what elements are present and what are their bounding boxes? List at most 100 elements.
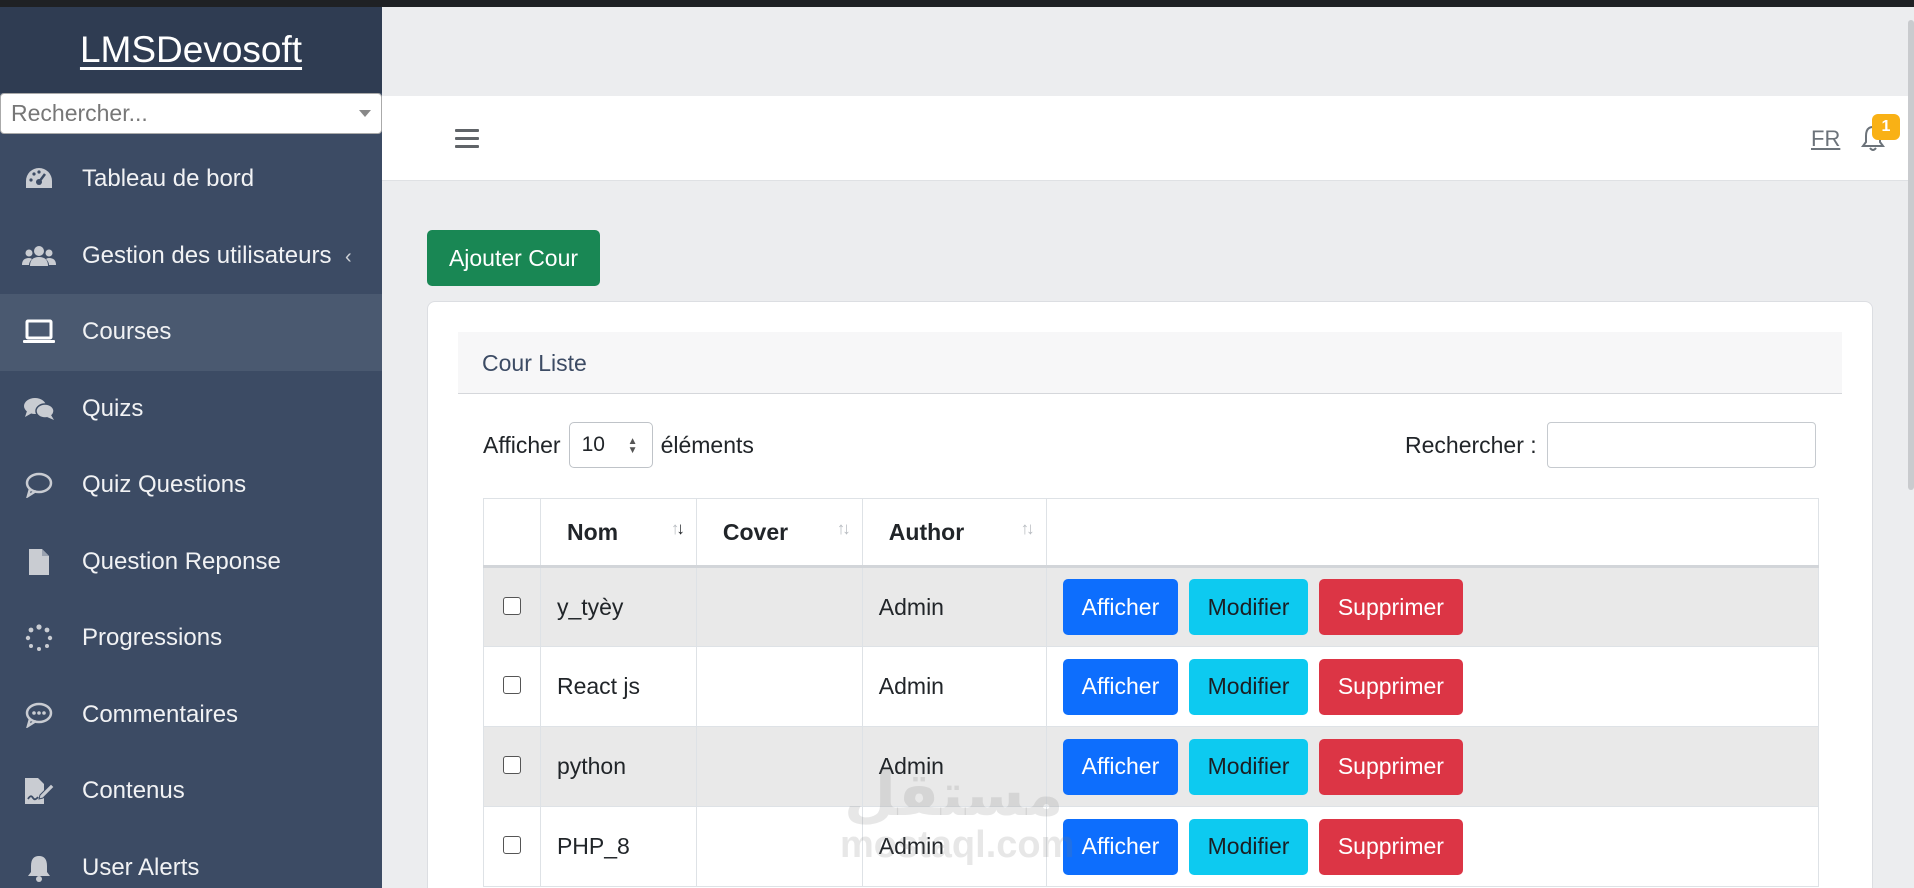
window-top-edge (0, 0, 1914, 7)
cell-author: Admin (861, 726, 1047, 807)
table-row: PHP_8 Admin Afficher Modifier Supprimer (483, 806, 1820, 887)
sort-desc-icon: ↑↓ (670, 519, 685, 538)
chevron-left-icon: ‹ (345, 245, 352, 268)
row-checkbox[interactable] (502, 676, 521, 694)
cell-author: Admin (861, 646, 1047, 727)
sidebar-item-label: Question Reponse (82, 547, 281, 575)
sidebar: LMSDevosoft Tableau de bord Gestion des … (0, 7, 382, 888)
sidebar-item-quizs[interactable]: Quizs (0, 371, 382, 448)
cell-author: Admin (861, 806, 1047, 887)
table-search: Rechercher : (1405, 422, 1816, 468)
dashboard-icon (22, 162, 56, 196)
sidebar-item-label: Tableau de bord (82, 165, 255, 193)
top-header: FR 1 (382, 96, 1912, 181)
table-row: python Admin Afficher Modifier Supprimer (483, 726, 1820, 807)
chevron-down-icon[interactable] (359, 110, 371, 117)
show-button[interactable]: Afficher (1062, 738, 1179, 795)
sidebar-item-user-alerts[interactable]: User Alerts (0, 830, 382, 888)
show-button[interactable]: Afficher (1062, 579, 1179, 635)
users-icon (22, 239, 56, 273)
sidebar-item-label: Contenus (82, 777, 185, 805)
sidebar-item-question-reponse[interactable]: Question Reponse (0, 524, 382, 601)
row-checkbox[interactable] (502, 756, 521, 774)
row-checkbox[interactable] (502, 596, 521, 615)
sidebar-item-label: Gestion des utilisateurs (82, 241, 332, 269)
cell-cover (695, 646, 863, 727)
cell-nom: PHP_8 (539, 806, 697, 887)
show-button[interactable]: Afficher (1062, 818, 1179, 875)
sidebar-item-label: Courses (82, 318, 172, 346)
page-scrollbar[interactable] (1908, 20, 1914, 490)
file-signature-icon (22, 774, 56, 808)
cell-cover (695, 566, 863, 647)
comment-dots-icon (22, 698, 56, 732)
table-header-row: Nom ↑↓ Cover ↑↓ Author ↑↓ (483, 498, 1820, 568)
column-header-nom[interactable]: Nom ↑↓ (539, 498, 697, 568)
sidebar-item-label: User Alerts (82, 853, 200, 881)
sort-icon: ↑↓ (836, 519, 851, 538)
sidebar-item-progressions[interactable]: Progressions (0, 600, 382, 677)
table-row: React js Admin Afficher Modifier Supprim… (483, 646, 1820, 727)
add-course-button[interactable]: Ajouter Cour (427, 230, 600, 286)
cell-cover (695, 806, 863, 887)
cell-cover (695, 726, 863, 807)
edit-button[interactable]: Modifier (1188, 818, 1309, 875)
sidebar-item-contenus[interactable]: Contenus (0, 753, 382, 830)
delete-button[interactable]: Supprimer (1318, 658, 1463, 715)
card-title: Cour Liste (482, 350, 587, 376)
card-header: Cour Liste (458, 332, 1842, 394)
sidebar-item-commentaires[interactable]: Commentaires (0, 677, 382, 754)
length-suffix: éléments (660, 431, 754, 458)
cell-author: Admin (861, 566, 1047, 647)
cell-actions: Afficher Modifier Supprimer (1045, 726, 1820, 807)
file-icon (22, 545, 56, 579)
table-row: y_tyèy Admin Afficher Modifier Supprimer (483, 566, 1820, 647)
language-switcher[interactable]: FR (1811, 126, 1840, 152)
sidebar-nav: Tableau de bord Gestion des utilisateurs… (0, 141, 382, 888)
comments-icon (22, 392, 56, 426)
edit-button[interactable]: Modifier (1188, 658, 1309, 715)
course-list-card: Cour Liste Afficher 10 ▲ ▼ éléments Reche… (427, 301, 1873, 888)
bell-icon (22, 851, 56, 885)
spinner-icon (22, 621, 56, 655)
length-prefix: Afficher (483, 431, 561, 458)
table-search-input[interactable] (1546, 422, 1816, 468)
delete-button[interactable]: Supprimer (1318, 738, 1463, 795)
sort-icon: ↑↓ (1020, 519, 1035, 538)
menu-toggle-icon[interactable] (455, 129, 479, 149)
edit-button[interactable]: Modifier (1188, 738, 1309, 795)
cell-nom: React js (539, 646, 697, 727)
sidebar-search[interactable] (0, 93, 382, 134)
sidebar-item-label: Quiz Questions (82, 471, 247, 499)
row-checkbox[interactable] (502, 836, 521, 854)
show-button[interactable]: Afficher (1062, 658, 1179, 715)
cell-nom: y_tyèy (539, 566, 697, 647)
delete-button[interactable]: Supprimer (1318, 818, 1463, 875)
cell-actions: Afficher Modifier Supprimer (1045, 806, 1820, 887)
brand-link[interactable]: LMSDevosoft (80, 29, 302, 71)
brand-area: LMSDevosoft (0, 7, 382, 93)
cell-actions: Afficher Modifier Supprimer (1045, 646, 1820, 727)
column-header-cover[interactable]: Cover ↑↓ (695, 498, 863, 568)
delete-button[interactable]: Supprimer (1318, 579, 1463, 635)
page-length-value: 10 (581, 433, 605, 456)
sidebar-item-quiz-questions[interactable]: Quiz Questions (0, 447, 382, 524)
column-header-actions (1045, 498, 1820, 568)
sidebar-item-label: Quizs (82, 394, 144, 422)
comment-icon (22, 468, 56, 502)
sidebar-item-label: Progressions (82, 624, 223, 652)
sidebar-search-input[interactable] (1, 94, 381, 133)
edit-button[interactable]: Modifier (1188, 579, 1309, 635)
page-length-select[interactable]: 10 ▲ ▼ (568, 422, 653, 468)
sidebar-item-gestion-utilisateurs[interactable]: Gestion des utilisateurs ‹ (0, 218, 382, 295)
laptop-icon (22, 315, 56, 349)
courses-table: Nom ↑↓ Cover ↑↓ Author ↑↓ y_tyèy Admin A… (483, 498, 1820, 887)
cell-nom: python (539, 726, 697, 807)
sidebar-item-courses[interactable]: Courses (0, 294, 382, 371)
column-header-select (483, 498, 541, 568)
column-header-author[interactable]: Author ↑↓ (861, 498, 1047, 568)
sidebar-item-tableau-de-bord[interactable]: Tableau de bord (0, 141, 382, 218)
notification-badge: 1 (1872, 114, 1900, 140)
select-arrows-icon: ▲ ▼ (627, 436, 638, 456)
sidebar-item-label: Commentaires (82, 700, 239, 728)
